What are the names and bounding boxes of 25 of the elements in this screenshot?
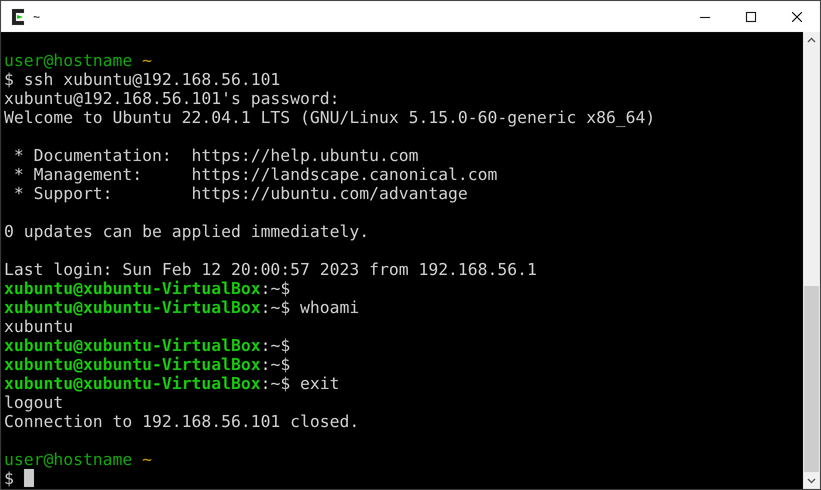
maximize-icon (746, 12, 756, 22)
terminal-line: xubuntu@xubuntu-VirtualBox:~$ exit (4, 374, 340, 393)
terminal-line: user@hostname ~ (4, 450, 152, 469)
scrollbar-thumb[interactable] (804, 286, 819, 472)
app-icon (9, 8, 27, 26)
terminal-line: xubuntu@xubuntu-VirtualBox:~$ (4, 355, 290, 374)
terminal-line: * Documentation: https://help.ubuntu.com (12, 146, 418, 165)
close-icon (792, 12, 802, 22)
scrollbar[interactable] (803, 32, 820, 489)
terminal-line: xubuntu@192.168.56.101's password: (4, 89, 340, 108)
terminal-line: xubuntu (4, 317, 74, 336)
terminal-line: Connection to 192.168.56.101 closed. (4, 412, 360, 431)
terminal-line: * Management: https://landscape.canonical.com (12, 165, 498, 184)
terminal-line: xubuntu@xubuntu-VirtualBox:~$ whoami (4, 298, 360, 317)
terminal-line: * Support: https://ubuntu.com/advantage (12, 184, 468, 203)
terminal-line: user@hostname ~ (4, 51, 152, 70)
terminal-line: xubuntu@xubuntu-VirtualBox:~$ (4, 279, 290, 298)
terminal-line: xubuntu@xubuntu-VirtualBox:~$ (4, 336, 290, 355)
window-title: ~ (33, 8, 40, 26)
terminal-line: $ (4, 469, 15, 488)
terminal-line: logout (4, 393, 64, 412)
terminal-line: Last login: Sun Feb 12 20:00:57 2023 from 192.168.56.1 (4, 260, 537, 279)
terminal-line: $ ssh xubuntu@192.168.56.101 (4, 70, 280, 89)
terminal-line: Welcome to Ubuntu 22.04.1 LTS (GNU/Linux 5.15.0-60-generic x86_64) (4, 108, 656, 127)
terminal-line: 0 updates can be applied immediately. (4, 222, 370, 241)
